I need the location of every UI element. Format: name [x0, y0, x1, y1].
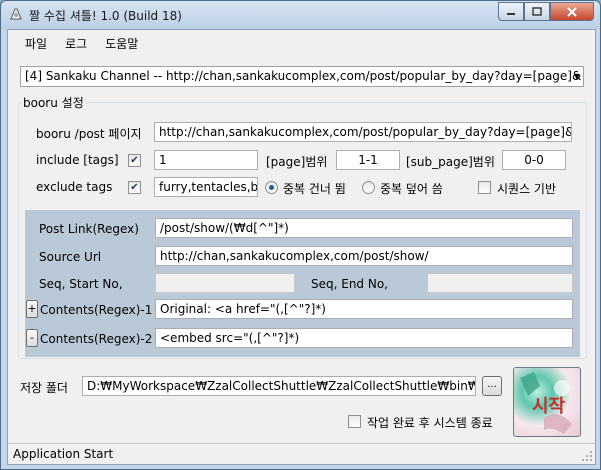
contents1-field[interactable]: Original: <a href="(,[^"?]*) [155, 299, 573, 319]
include-tags-checkbox[interactable]: ✔ [128, 154, 141, 167]
close-icon [567, 6, 577, 17]
page-range-field[interactable]: 1-1 [336, 150, 400, 170]
sub-page-range-field[interactable]: 0-0 [502, 150, 566, 170]
maximize-button[interactable] [524, 2, 550, 21]
browse-folder-button[interactable]: ... [482, 376, 502, 396]
sequence-based-label: 시퀀스 기반 [497, 182, 557, 196]
main-window: 짤 수집 셔틀! 1.0 (Build 18) 파일 로그 도움말 [4] Sa… [0, 0, 601, 470]
shutdown-after-label: 작업 완료 후 시스템 종료 [367, 416, 493, 430]
overwrite-duplicates-radio[interactable] [362, 181, 375, 194]
post-page-label: booru /post 페이지 [36, 127, 142, 141]
status-bar: Application Start [8, 443, 595, 464]
add-contents-button[interactable]: + [26, 300, 38, 318]
start-button[interactable]: 시작 [513, 367, 581, 437]
window-title: 짤 수집 셔틀! 1.0 (Build 18) [29, 9, 182, 23]
check-icon: ✔ [130, 154, 139, 166]
post-link-field[interactable]: /post/show/(₩d[^"]*) [155, 218, 573, 238]
contents2-field[interactable]: <embed src="(,[^"?]*) [155, 328, 573, 348]
skip-duplicates-label: 중복 건너 뜀 [283, 182, 346, 196]
chevron-down-icon: ▼ [573, 72, 580, 81]
menu-log[interactable]: 로그 [56, 35, 96, 52]
close-button[interactable] [550, 2, 594, 21]
app-icon [10, 8, 22, 20]
maximize-icon [532, 7, 542, 16]
booru-settings-legend: booru 설정 [20, 94, 87, 111]
exclude-tags-checkbox[interactable]: ✔ [128, 181, 141, 194]
menu-file[interactable]: 파일 [16, 35, 56, 52]
resize-grip-icon[interactable] [581, 450, 593, 462]
save-folder-label: 저장 폴더 [20, 381, 68, 395]
seq-start-field[interactable] [155, 273, 295, 293]
check-icon: ✔ [130, 181, 139, 193]
include-tags-label: include [tags] [36, 153, 119, 167]
save-folder-field[interactable]: D:₩MyWorkspace₩ZzalCollectShuttle₩ZzalCo… [82, 376, 476, 396]
sub-page-range-label: [sub_page]범위 [406, 155, 495, 169]
page-range-label: [page]범위 [266, 155, 328, 169]
caption-buttons [498, 2, 594, 21]
minimize-button[interactable] [498, 2, 524, 21]
status-text: Application Start [13, 447, 114, 461]
menu-bar: 파일 로그 도움말 [8, 30, 595, 56]
sequence-based-checkbox[interactable] [478, 181, 491, 194]
source-url-field[interactable]: http://chan,sankakucomplex,com/post/show… [155, 246, 573, 266]
client-area: 파일 로그 도움말 [4] Sankaku Channel -- http://… [7, 29, 596, 465]
post-link-label: Post Link(Regex) [39, 222, 139, 236]
post-page-field[interactable]: http://chan,sankakucomplex,com/post/popu… [154, 122, 572, 142]
seq-end-label: Seq, End No, [311, 277, 388, 291]
seq-start-label: Seq, Start No, [39, 277, 123, 291]
exclude-tags-label: exclude tags [36, 180, 113, 194]
overwrite-duplicates-label: 중복 덮어 씀 [380, 182, 443, 196]
contents1-label: Contents(Regex)-1 [40, 303, 153, 317]
include-tags-field[interactable]: 1 [154, 150, 258, 170]
seq-end-field[interactable] [427, 273, 573, 293]
minimize-icon [507, 12, 515, 15]
skip-duplicates-radio[interactable] [265, 181, 278, 194]
shutdown-after-checkbox[interactable] [348, 415, 361, 428]
channel-select-value: [4] Sankaku Channel -- http://chan,sanka… [25, 69, 582, 83]
title-bar[interactable]: 짤 수집 셔틀! 1.0 (Build 18) [1, 1, 600, 29]
channel-select[interactable]: [4] Sankaku Channel -- http://chan,sanka… [20, 66, 584, 87]
contents2-label: Contents(Regex)-2 [40, 332, 153, 346]
regex-panel: Post Link(Regex) /post/show/(₩d[^"]*) So… [25, 210, 580, 357]
remove-contents-button[interactable]: - [26, 329, 38, 347]
start-button-label: 시작 [532, 396, 566, 417]
exclude-tags-field[interactable]: furry,tentacles,be [154, 177, 258, 197]
menu-help[interactable]: 도움말 [96, 35, 147, 52]
source-url-label: Source Url [39, 250, 102, 264]
